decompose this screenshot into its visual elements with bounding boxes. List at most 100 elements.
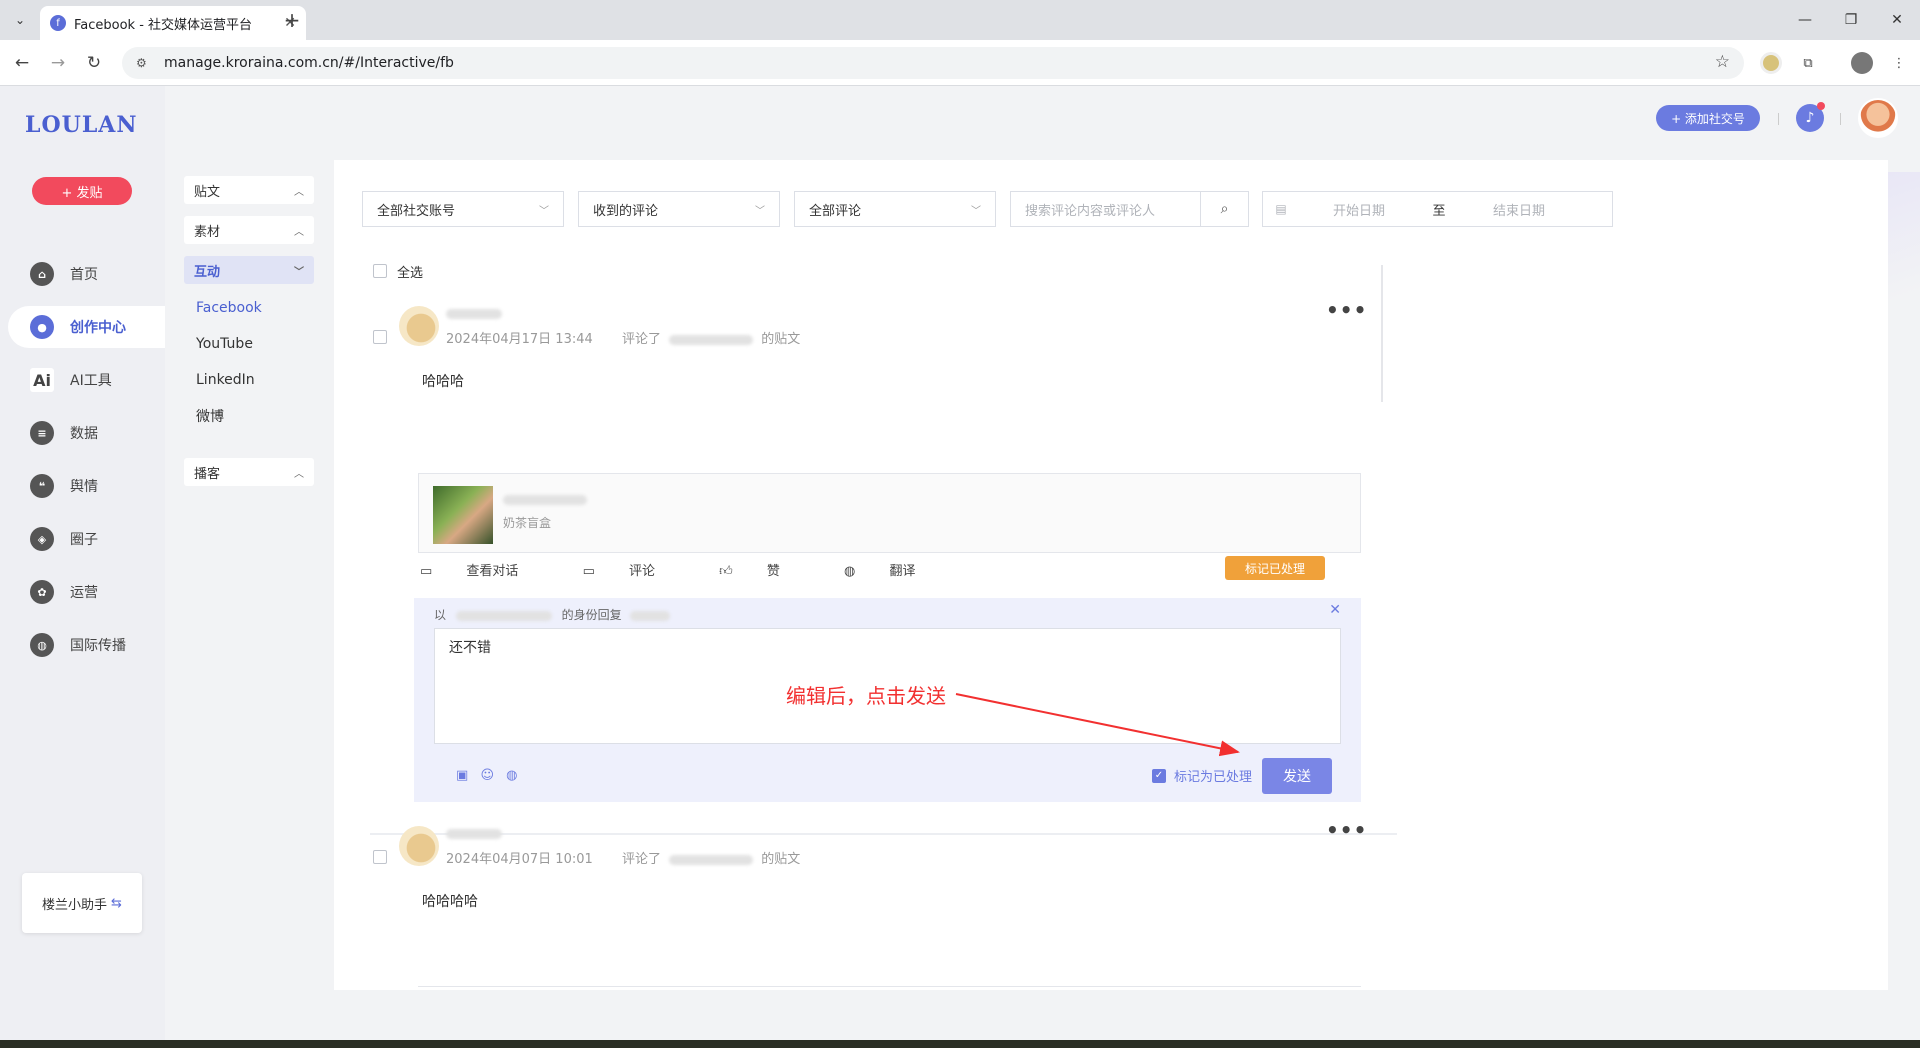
action-label: 评论 [629, 564, 656, 579]
action-label: 翻译 [889, 564, 916, 579]
nav-international[interactable]: ◍ 国际传播 [8, 624, 165, 666]
divider [1840, 113, 1841, 125]
account-select[interactable]: 全部社交账号 ﹀ [362, 191, 564, 227]
subnav-item-linkedin[interactable]: LinkedIn [184, 362, 314, 398]
more-options-icon[interactable]: ••• [1326, 818, 1367, 842]
subnav-group-podcast[interactable]: 播客 ︿ [184, 458, 314, 486]
reload-icon[interactable]: ↻ [82, 51, 106, 75]
chevron-down-icon: ﹀ [971, 205, 981, 217]
url-text: manage.kroraina.com.cn/#/Interactive/fb [164, 55, 454, 71]
subnav-item-weibo[interactable]: 微博 [184, 398, 314, 434]
comment-checkbox[interactable] [373, 330, 387, 344]
nav-label: 数据 [70, 426, 98, 442]
reply-identity: 以 的身份回复 [434, 606, 670, 623]
site-info-icon[interactable]: ⚙ [136, 56, 152, 70]
date-separator: 至 [1432, 203, 1446, 219]
logo[interactable]: LOULAN [25, 112, 137, 138]
commenter-avatar[interactable] [399, 826, 439, 866]
calendar-icon: ▤ [1275, 202, 1287, 216]
start-date-input[interactable]: 开始日期 [1299, 200, 1419, 219]
nav-sentiment[interactable]: ❝ 舆情 [8, 465, 165, 507]
minimize-icon[interactable]: — [1782, 0, 1828, 40]
commented-prefix: 评论了 [622, 852, 662, 867]
browser-tab[interactable]: f Facebook - 社交媒体运营平台 ✕ [40, 6, 306, 40]
back-icon[interactable]: ← [10, 51, 34, 75]
post-subtitle: 奶茶盲盒 [503, 516, 552, 530]
nav-circle[interactable]: ◈ 圈子 [8, 518, 165, 560]
subnav-group-label: 素材 [194, 224, 221, 240]
action-label: 赞 [766, 564, 780, 579]
image-icon[interactable]: ▣ [456, 768, 468, 783]
chevron-down-icon: ﹀ [755, 205, 765, 217]
search-input[interactable]: 搜索评论内容或评论人 [1011, 200, 1200, 219]
comment-text: 哈哈哈哈 [422, 894, 478, 910]
comment-type-select[interactable]: 全部评论 ﹀ [794, 191, 996, 227]
post-preview-card[interactable]: 奶茶盲盒 [418, 473, 1361, 553]
comment-actions: ▭ 查看对话 ▭ 评论 👍︎ 赞 ◍ 翻译 [420, 560, 976, 579]
restore-icon[interactable]: ❐ [1828, 0, 1874, 40]
subnav-group-posts[interactable]: 贴文 ︿ [184, 176, 314, 204]
view-conversation-button[interactable]: ▭ 查看对话 [420, 564, 548, 579]
subnav-group-materials[interactable]: 素材 ︿ [184, 216, 314, 244]
subnav-group-label: 贴文 [194, 184, 221, 200]
nav-ai-tools[interactable]: Ai AI工具 [8, 359, 165, 401]
select-all-label: 全选 [397, 266, 424, 281]
search-box: 搜索评论内容或评论人 ⌕ [1010, 191, 1249, 227]
notification-badge [1817, 102, 1825, 110]
date-range-picker[interactable]: ▤ 开始日期 至 结束日期 [1262, 191, 1613, 227]
bookmark-star-icon[interactable]: ☆ [1715, 52, 1730, 72]
globe-icon: ◍ [844, 564, 860, 579]
more-options-icon[interactable]: ••• [1326, 298, 1367, 322]
send-button[interactable]: 发送 [1262, 758, 1332, 794]
mark-processed-checkbox[interactable]: ✓ [1152, 768, 1166, 783]
subnav-item-facebook[interactable]: Facebook [184, 290, 314, 326]
nav-create-center[interactable]: ● 创作中心 [8, 306, 165, 348]
select-all-checkbox[interactable] [373, 264, 387, 278]
subnav-group-interact[interactable]: 互动 ﹀ [184, 256, 314, 284]
post-title-blurred [503, 492, 587, 507]
quote-icon: ❝ [30, 474, 54, 498]
user-avatar[interactable] [1858, 98, 1898, 138]
post-thumbnail [433, 486, 493, 544]
nav-data[interactable]: ≡ 数据 [8, 412, 165, 454]
comment-icon: ▭ [582, 564, 599, 579]
post-button[interactable]: + 发贴 [32, 177, 132, 205]
forward-icon[interactable]: → [46, 51, 70, 75]
globe-icon[interactable]: ◍ [506, 768, 517, 783]
mark-processed-button[interactable]: 标记已处理 [1225, 556, 1325, 580]
commenter-avatar[interactable] [399, 306, 439, 346]
search-icon[interactable]: ⌕ [1200, 192, 1248, 226]
chat-icon: ▭ [420, 564, 437, 579]
received-select[interactable]: 收到的评论 ﹀ [578, 191, 780, 227]
os-taskbar [0, 1040, 1920, 1048]
address-bar[interactable]: ⚙ manage.kroraina.com.cn/#/Interactive/f… [122, 47, 1744, 79]
assistant-label: 楼兰小助手 [42, 897, 108, 913]
like-button[interactable]: 👍︎ 赞 [719, 564, 810, 579]
new-tab-icon[interactable]: + [280, 8, 304, 32]
nav-home[interactable]: ⌂ 首页 [8, 253, 165, 295]
emoji-icon[interactable]: ☺ [480, 768, 494, 783]
close-icon[interactable]: ✕ [1329, 602, 1341, 618]
home-icon: ⌂ [30, 262, 54, 286]
extensions-puzzle-icon[interactable]: ⧉ [1797, 52, 1819, 74]
nav-label: 圈子 [70, 532, 98, 548]
reply-comment-button[interactable]: ▭ 评论 [583, 564, 685, 579]
ai-icon: Ai [30, 368, 54, 392]
translate-button[interactable]: ◍ 翻译 [844, 564, 946, 579]
window-close-icon[interactable]: ✕ [1874, 0, 1920, 40]
extension-icon[interactable] [1760, 52, 1782, 74]
post-preview-card[interactable] [418, 986, 1361, 990]
chevron-up-icon: ︿ [294, 468, 304, 480]
add-social-account-button[interactable]: + 添加社交号 [1656, 105, 1760, 131]
comment-checkbox[interactable] [373, 850, 387, 864]
assistant-widget[interactable]: 楼兰小助手 ⇆ [22, 873, 142, 933]
nav-operation[interactable]: ✿ 运营 [8, 571, 165, 613]
mark-processed-option[interactable]: ✓ 标记为已处理 [1152, 766, 1252, 785]
left-nav: LOULAN + 发贴 ⌂ 首页 ● 创作中心 Ai AI工具 ≡ 数据 ❝ 舆情 ◈ 圈子… [0, 86, 165, 1040]
app-root: LOULAN + 发贴 ⌂ 首页 ● 创作中心 Ai AI工具 ≡ 数据 ❝ 舆情 ◈ 圈子… [0, 86, 1920, 1040]
end-date-input[interactable]: 结束日期 [1459, 200, 1579, 219]
subnav-item-youtube[interactable]: YouTube [184, 326, 314, 362]
tab-list-icon[interactable]: ⌄ [8, 8, 32, 32]
profile-icon[interactable] [1851, 52, 1873, 74]
browser-menu-icon[interactable]: ⋮ [1888, 52, 1910, 74]
